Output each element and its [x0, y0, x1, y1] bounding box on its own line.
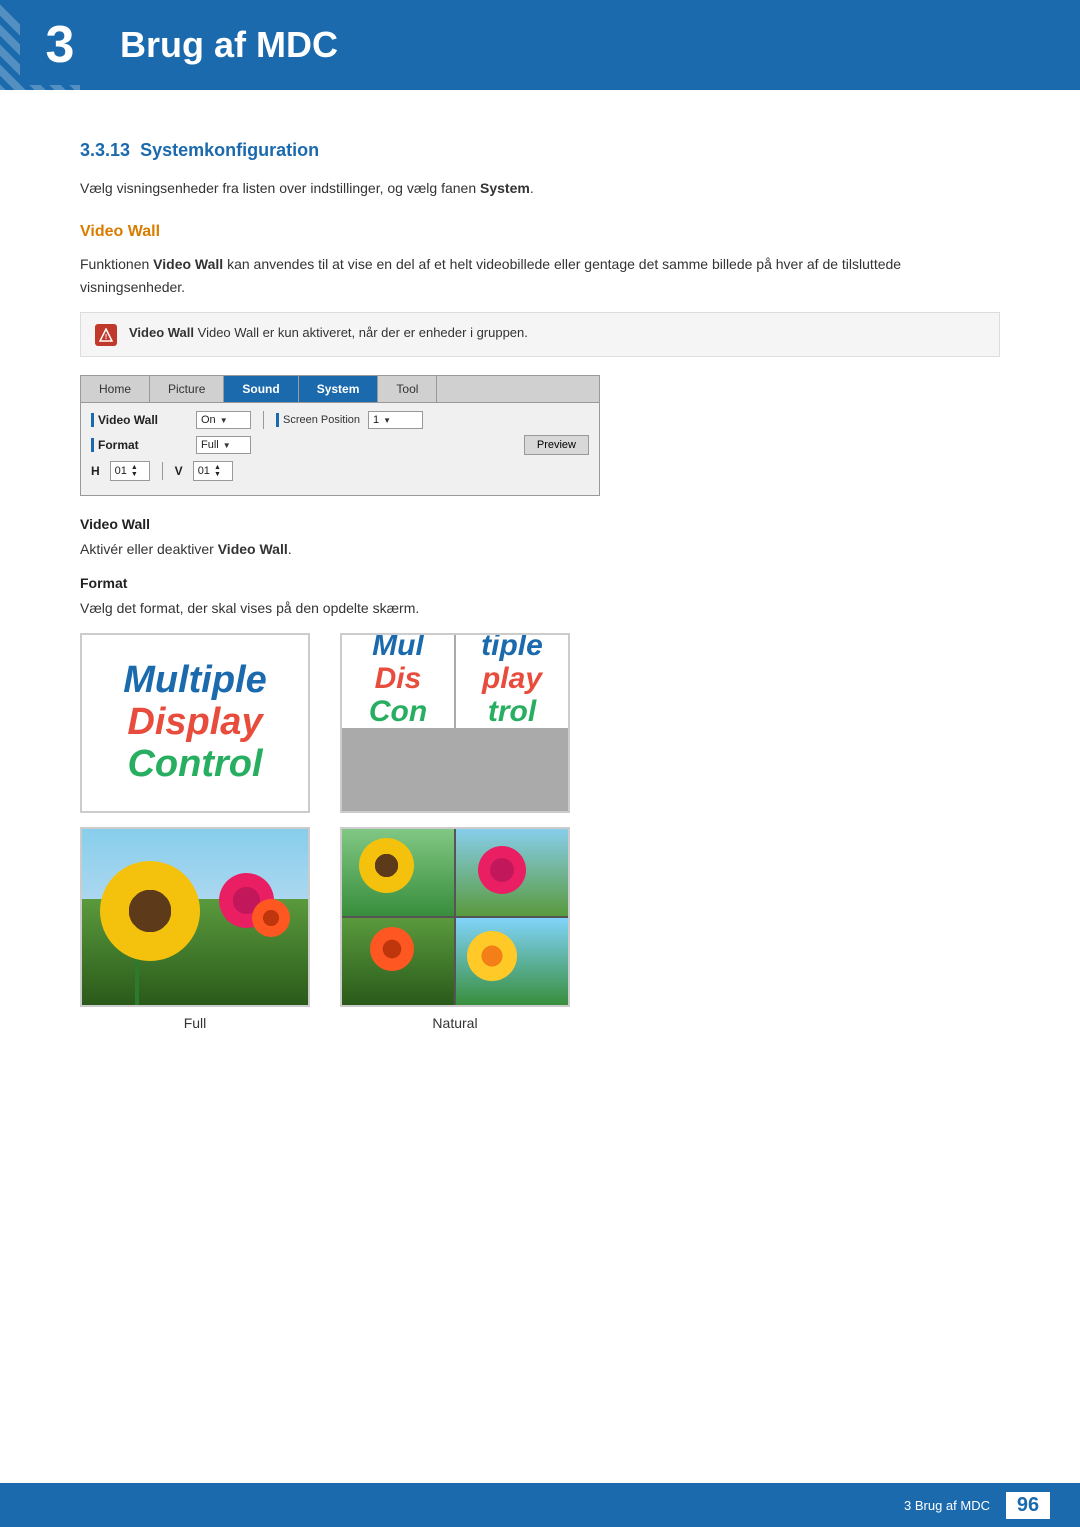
ui-row-videowall: Video Wall On ▼ Screen Position 1 ▼ [91, 411, 589, 429]
bar-indicator-videowall [91, 413, 94, 427]
photo-cell-1-content [342, 829, 454, 916]
photo-cell-2-content [456, 829, 568, 916]
format-images-row1: Multiple Display Control Mul Dis Con tip… [80, 633, 1000, 813]
format-value: Full [201, 439, 219, 451]
format-natural-label: Natural [432, 1015, 477, 1031]
format-section-heading: Format [80, 575, 1000, 591]
natural-display-2: play [481, 662, 543, 695]
photo-cell-2 [456, 829, 568, 916]
format-images-row2: Full [80, 827, 1000, 1031]
v-label: V [175, 464, 183, 478]
natural-display-1: Dis [369, 662, 427, 695]
photo-cell-1 [342, 829, 454, 916]
note-text: Video Wall Video Wall er kun aktiveret, … [129, 323, 528, 343]
photo-box-natural [340, 827, 570, 1007]
natural-control-1: Con [369, 695, 427, 728]
photo-cell-4-content [456, 918, 568, 1005]
photo-full-content [82, 829, 308, 1005]
page-footer: 3 Brug af MDC 96 [0, 1483, 1080, 1527]
screen-position-select[interactable]: 1 ▼ [368, 411, 423, 429]
h-spinner[interactable]: 01 ▲ ▼ [110, 461, 150, 481]
footer-text: 3 Brug af MDC [904, 1498, 990, 1513]
main-content: 3.3.13 Systemkonfiguration Vælg visnings… [0, 90, 1080, 1125]
chapter-number: 3 [20, 5, 100, 85]
videowall-value: On [201, 414, 216, 426]
note-icon: ! [95, 324, 117, 346]
format-arrow: ▼ [223, 441, 231, 450]
format-item-natural-logo: Mul Dis Con tiple play trol [340, 633, 570, 813]
footer-page-number: 96 [1006, 1492, 1050, 1519]
videowall-arrow: ▼ [220, 416, 228, 425]
ui-panel: Home Picture Sound System Tool Video Wal… [80, 375, 600, 496]
h-value: 01 [115, 465, 127, 477]
photo-cell-4 [456, 918, 568, 1005]
format-full-label: Full [184, 1015, 207, 1031]
photo-cell-3-content [342, 918, 454, 1005]
h-spinner-arrows[interactable]: ▲ ▼ [131, 464, 138, 478]
mdc-full-multiple: Multiple [123, 660, 267, 702]
subsection-video-wall-heading: Video Wall [80, 223, 1000, 241]
screen-position-label: Screen Position [276, 413, 360, 427]
natural-cell-1: Mul Dis Con [342, 633, 454, 728]
chapter-title: Brug af MDC [120, 24, 338, 66]
tab-system[interactable]: System [299, 376, 379, 402]
natural-control-2: trol [481, 695, 543, 728]
note-box: ! Video Wall Video Wall er kun aktiveret… [80, 312, 1000, 357]
videowall-section-heading: Video Wall [80, 516, 1000, 532]
tab-tool[interactable]: Tool [378, 376, 437, 402]
svg-text:!: ! [105, 334, 107, 341]
tab-picture[interactable]: Picture [150, 376, 224, 402]
section-heading: 3.3.13 Systemkonfiguration [80, 140, 1000, 161]
format-item-full: Multiple Display Control [80, 633, 310, 813]
mdc-full-display: Display [127, 702, 262, 744]
bar-indicator-screenpos [276, 413, 279, 427]
mdc-logo-full: Multiple Display Control [80, 633, 310, 813]
h-label: H [91, 464, 100, 478]
screen-position-arrow: ▼ [383, 416, 391, 425]
bar-indicator-format [91, 438, 94, 452]
videowall-label: Video Wall [98, 413, 188, 427]
intro-paragraph: Vælg visningsenheder fra listen over ind… [80, 177, 1000, 199]
ui-panel-body: Video Wall On ▼ Screen Position 1 ▼ [81, 403, 599, 495]
natural-multiple-2: tiple [481, 633, 543, 662]
tab-home[interactable]: Home [81, 376, 150, 402]
format-label-bar: Format [91, 438, 188, 452]
ui-tabs: Home Picture Sound System Tool [81, 376, 599, 403]
ui-row-hv: H 01 ▲ ▼ V 01 ▲ ▼ [91, 461, 589, 481]
videowall-select[interactable]: On ▼ [196, 411, 251, 429]
videowall-label-bar: Video Wall [91, 413, 188, 427]
preview-button[interactable]: Preview [524, 435, 589, 455]
mdc-logo-natural: Mul Dis Con tiple play trol [340, 633, 570, 813]
format-select[interactable]: Full ▼ [196, 436, 251, 454]
natural-cell-2: tiple play trol [456, 633, 568, 728]
tab-sound[interactable]: Sound [224, 376, 298, 402]
v-value: 01 [198, 465, 210, 477]
mdc-full-control: Control [127, 744, 262, 786]
separator2 [162, 462, 163, 480]
separator [263, 411, 264, 429]
videowall-section-body: Aktivér eller deaktiver Video Wall. [80, 538, 1000, 560]
format-item-photo-full: Full [80, 827, 310, 1031]
chapter-header: 3 Brug af MDC [0, 0, 1080, 90]
sunflower-main [100, 861, 200, 961]
format-section-body: Vælg det format, der skal vises på den o… [80, 597, 1000, 619]
video-wall-intro: Funktionen Video Wall kan anvendes til a… [80, 253, 1000, 298]
format-label: Format [98, 438, 188, 452]
v-spinner[interactable]: 01 ▲ ▼ [193, 461, 233, 481]
natural-multiple-1: Mul [369, 633, 427, 662]
v-spinner-arrows[interactable]: ▲ ▼ [214, 464, 221, 478]
screen-position-value: 1 [373, 414, 379, 426]
photo-box-full [80, 827, 310, 1007]
format-item-photo-natural: Natural [340, 827, 570, 1031]
ui-row-format: Format Full ▼ Preview [91, 435, 589, 455]
photo-cell-3 [342, 918, 454, 1005]
orange-flower [252, 899, 290, 937]
